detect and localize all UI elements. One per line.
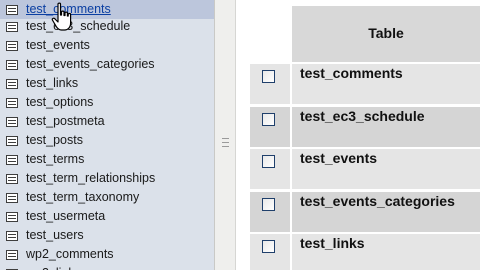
table-icon[interactable]: [6, 5, 18, 15]
table-link[interactable]: test_postmeta: [26, 114, 105, 128]
table-link[interactable]: test_events: [26, 38, 90, 52]
table-icon[interactable]: [6, 22, 18, 32]
table-list-item[interactable]: test_term_taxonomy: [0, 188, 214, 207]
table-list-item[interactable]: test_postmeta: [0, 112, 214, 131]
table-row: test_events: [246, 149, 480, 189]
table-list-item[interactable]: test_usermeta: [0, 207, 214, 226]
row-checkbox[interactable]: [262, 155, 275, 168]
row-checkbox[interactable]: [262, 240, 275, 253]
table-row: test_events_categories: [246, 192, 480, 232]
table-list-item[interactable]: test_ec3_schedule: [0, 17, 214, 36]
checkbox-cell: [250, 149, 290, 189]
name-cell: test_events_categories: [292, 192, 480, 232]
row-checkbox[interactable]: [262, 113, 275, 126]
splitter-grip-icon[interactable]: [222, 138, 229, 147]
name-cell: test_ec3_schedule: [292, 107, 480, 147]
row-checkbox[interactable]: [262, 198, 275, 211]
table-row: test_comments: [246, 64, 480, 104]
table-name[interactable]: test_events_categories: [300, 193, 455, 209]
table-icon[interactable]: [6, 212, 18, 222]
table-link[interactable]: wp2_comments: [26, 247, 114, 261]
table-icon[interactable]: [6, 250, 18, 260]
checkbox-cell: [250, 192, 290, 232]
table-icon[interactable]: [6, 41, 18, 51]
table-column-label: Table: [368, 25, 404, 41]
table-link[interactable]: test_ec3_schedule: [26, 19, 130, 33]
table-list-item[interactable]: test_options: [0, 93, 214, 112]
table-icon[interactable]: [6, 79, 18, 89]
table-link[interactable]: test_usermeta: [26, 209, 105, 223]
frame-splitter[interactable]: [214, 0, 236, 270]
table-link[interactable]: wp2_links: [26, 266, 81, 270]
name-cell: test_comments: [292, 64, 480, 104]
hand-pointer-icon: [51, 2, 72, 31]
checkbox-cell: [250, 64, 290, 104]
table-link[interactable]: test_posts: [26, 133, 83, 147]
checkbox-cell: [250, 234, 290, 270]
name-cell: test_events: [292, 149, 480, 189]
table-link[interactable]: test_events_categories: [26, 57, 155, 71]
name-cell: test_links: [292, 234, 480, 270]
table-link[interactable]: test_term_taxonomy: [26, 190, 139, 204]
table-column-header: Table: [292, 6, 480, 62]
table-icon[interactable]: [6, 60, 18, 70]
table-list-frame: test_comments test_ec3_schedule test_eve…: [0, 0, 214, 270]
table-list-item[interactable]: wp2_comments: [0, 245, 214, 264]
table-list-item[interactable]: test_events_categories: [0, 55, 214, 74]
table-link[interactable]: test_term_relationships: [26, 171, 155, 185]
row-checkbox[interactable]: [262, 70, 275, 83]
table-icon[interactable]: [6, 193, 18, 203]
table-icon[interactable]: [6, 136, 18, 146]
table-list-item[interactable]: test_events: [0, 36, 214, 55]
table-list-item[interactable]: wp2_links: [0, 264, 214, 270]
table-icon[interactable]: [6, 174, 18, 184]
table-link[interactable]: test_links: [26, 76, 78, 90]
table-name[interactable]: test_comments: [300, 65, 403, 81]
table-name[interactable]: test_ec3_schedule: [300, 108, 425, 124]
table-link[interactable]: test_options: [26, 95, 93, 109]
table-icon[interactable]: [6, 155, 18, 165]
table-link[interactable]: test_terms: [26, 152, 84, 166]
table-list-item[interactable]: test_posts: [0, 131, 214, 150]
checkbox-cell: [250, 107, 290, 147]
tables-overview: Table test_comments test_ec3_schedule te…: [236, 0, 480, 270]
table-list-item[interactable]: test_term_relationships: [0, 169, 214, 188]
table-row: test_ec3_schedule: [246, 107, 480, 147]
table-list-item[interactable]: test_links: [0, 74, 214, 93]
table-row: test_links: [246, 234, 480, 270]
table-list-item[interactable]: test_terms: [0, 150, 214, 169]
table-icon[interactable]: [6, 98, 18, 108]
table-name[interactable]: test_events: [300, 150, 377, 166]
table-icon[interactable]: [6, 231, 18, 241]
table-list-item[interactable]: test_users: [0, 226, 214, 245]
table-name[interactable]: test_links: [300, 235, 365, 251]
table-link[interactable]: test_users: [26, 228, 84, 242]
table-icon[interactable]: [6, 117, 18, 127]
